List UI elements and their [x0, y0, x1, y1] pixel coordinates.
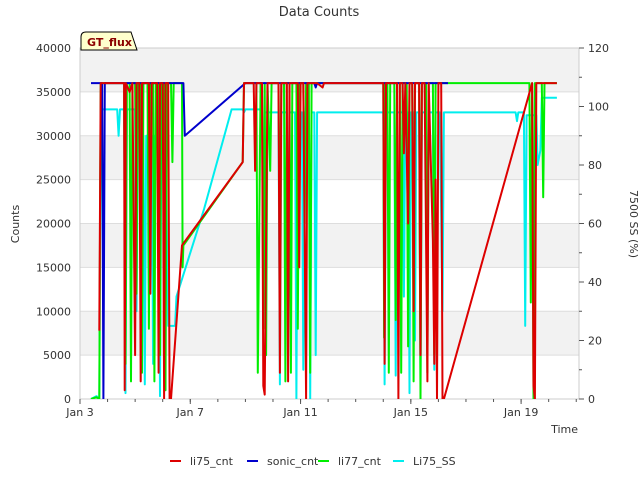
x-tick-label: Jan 7: [176, 406, 204, 419]
y2-tick-label: 60: [588, 218, 602, 231]
y-tick-label: 0: [64, 393, 71, 406]
legend-label: li77_cnt: [338, 455, 382, 468]
y2-tick-label: 80: [588, 159, 602, 172]
y-tick-label: 10000: [36, 305, 71, 318]
legend-label: Li75_SS: [413, 455, 456, 468]
y2-tick-label: 0: [588, 393, 595, 406]
x-axis: Jan 3 Jan 7 Jan 11 Jan 15 Jan 19: [65, 399, 577, 419]
y-axis-right: 0 20 40 60 80 100 120: [579, 42, 609, 406]
y-axis-title-right: 7500 SS (%): [627, 190, 640, 258]
chart-svg: Data Counts 0 5000 10000 15000 20000 25000 300…: [9, 5, 640, 468]
y-tick-label: 15000: [36, 261, 71, 274]
y-tick-label: 35000: [36, 86, 71, 99]
y2-tick-label: 120: [588, 42, 609, 55]
legend-label: sonic_cnt: [267, 455, 319, 468]
y2-tick-label: 100: [588, 101, 609, 114]
legend: li75_cnt sonic_cnt li77_cnt Li75_SS: [170, 455, 456, 468]
y-tick-label: 20000: [36, 218, 71, 231]
y-tick-label: 30000: [36, 130, 71, 143]
y-axis-title-left: Counts: [9, 205, 22, 244]
legend-label: li75_cnt: [190, 455, 234, 468]
x-tick-label: Jan 19: [503, 406, 538, 419]
gt-flux-badge: GT_flux: [80, 31, 138, 51]
x-tick-label: Jan 3: [65, 406, 93, 419]
y2-tick-label: 40: [588, 276, 602, 289]
y2-tick-label: 20: [588, 335, 602, 348]
y-tick-label: 25000: [36, 174, 71, 187]
y-axis-left: 0 5000 10000 15000 20000 25000 30000 35000 40000: [36, 42, 71, 406]
chart-title: Data Counts: [279, 5, 360, 20]
y-tick-label: 40000: [36, 42, 71, 55]
y-tick-label: 5000: [43, 349, 71, 362]
x-tick-label: Jan 11: [282, 406, 317, 419]
x-axis-title: Time: [550, 423, 578, 436]
badge-label: GT_flux: [87, 36, 132, 49]
x-tick-label: Jan 15: [393, 406, 428, 419]
